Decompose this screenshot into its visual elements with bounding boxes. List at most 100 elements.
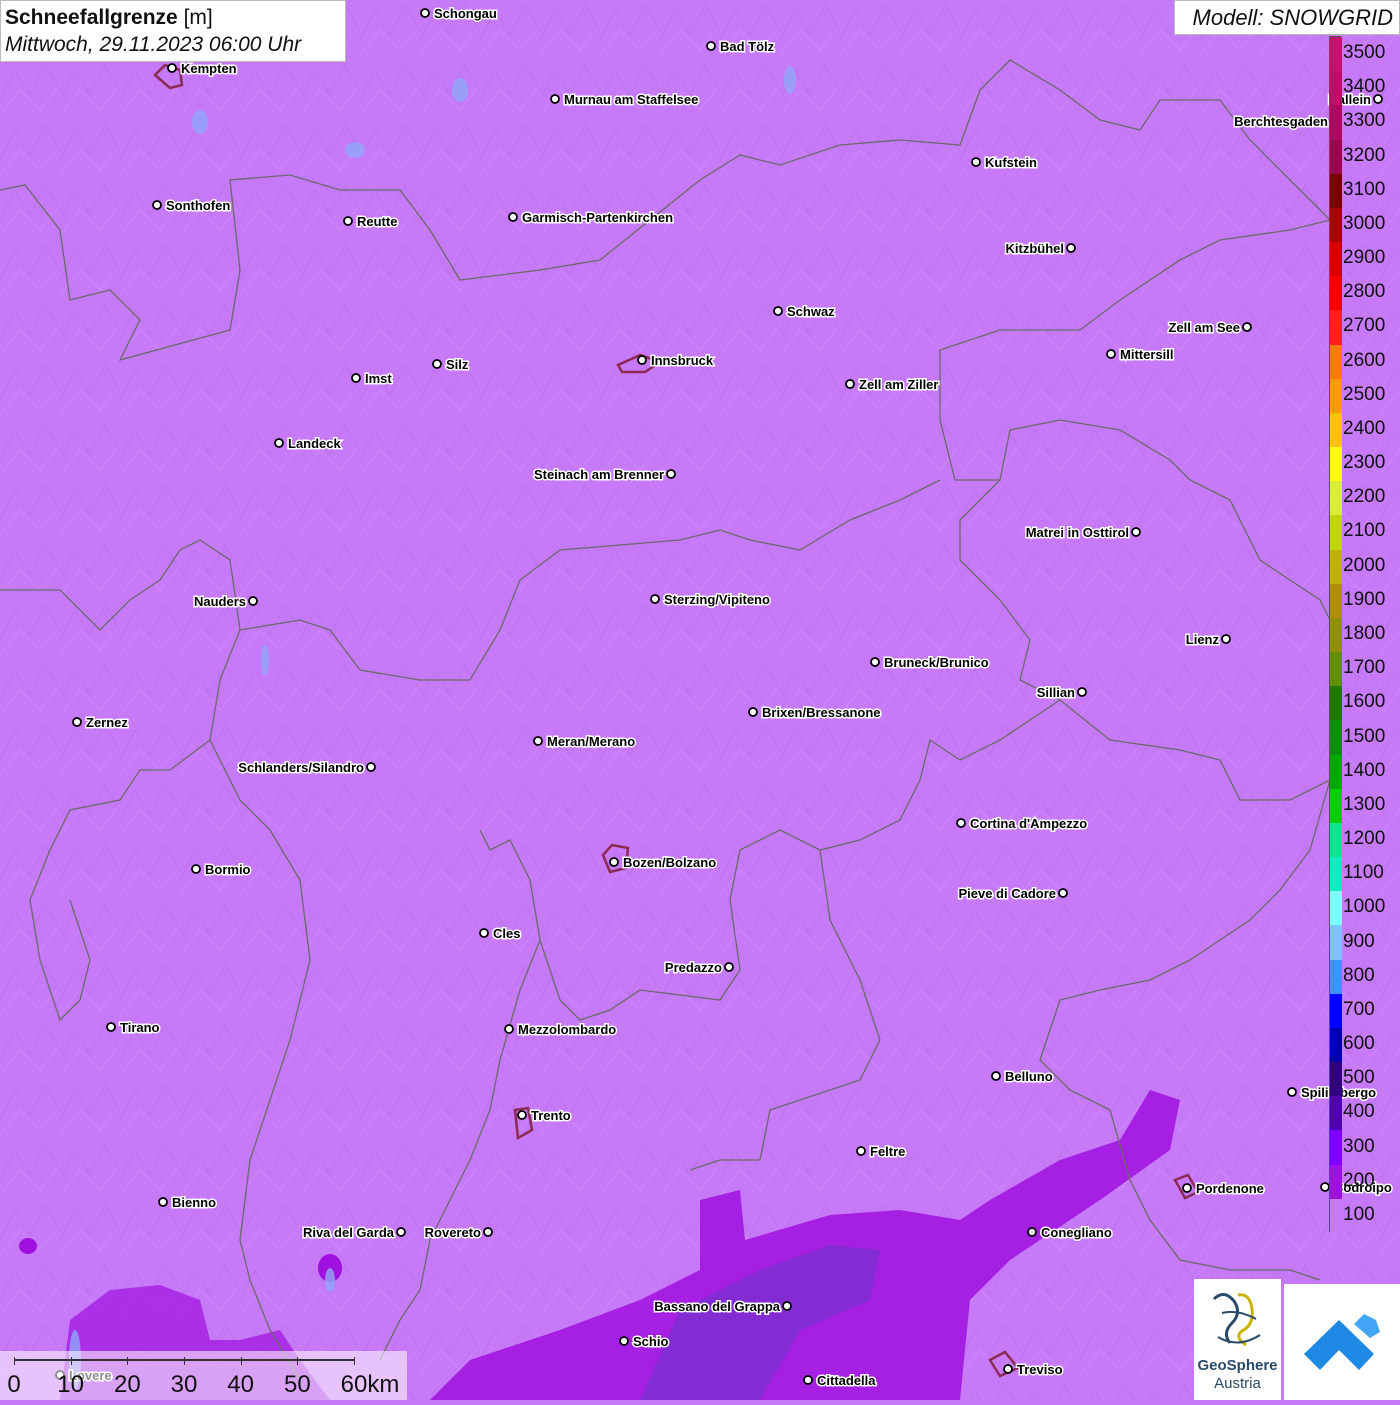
legend-swatch <box>1330 207 1342 243</box>
legend-label: 3300 <box>1343 110 1386 132</box>
city-label: Cittadella <box>817 1373 876 1388</box>
legend-label: 1300 <box>1343 793 1386 815</box>
city-dot-icon <box>508 212 518 222</box>
city-label: Sillian <box>1037 685 1075 700</box>
color-legend: 3500 3400 3300 3200 3100 3000 2900 2800 2700 2600… <box>1329 36 1400 1234</box>
scale-tick <box>127 1357 129 1365</box>
legend-label: 2700 <box>1343 315 1386 337</box>
legend-label: 2400 <box>1343 417 1386 439</box>
legend-label: 1800 <box>1343 623 1386 644</box>
geosphere-emblem-icon <box>1212 1293 1261 1347</box>
legend-swatch <box>1330 139 1342 175</box>
scale-bar: 0 10 20 30 40 50 60km <box>0 1351 407 1400</box>
city-marker: Meran/Merano <box>533 733 637 751</box>
city-dot-icon <box>748 707 758 717</box>
city-label: Sonthofen <box>166 198 230 213</box>
legend-label: 1400 <box>1343 759 1386 781</box>
city-marker: Steinach am Brenner <box>532 466 676 484</box>
scale-label: 10 <box>57 1371 85 1398</box>
city-dot-icon <box>971 157 981 167</box>
snowgrid-logo-icon <box>1304 1314 1380 1370</box>
scale-tick <box>240 1357 242 1365</box>
legend-label: 2600 <box>1343 349 1386 371</box>
city-label: Nauders <box>194 594 246 609</box>
city-label: Schlanders/Silandro <box>238 760 364 775</box>
city-dot-icon <box>1221 634 1231 644</box>
city-dot-icon <box>803 1375 813 1385</box>
city-dot-icon <box>517 1110 527 1120</box>
legend-label: 500 <box>1343 1067 1375 1089</box>
legend-swatch <box>1330 857 1342 892</box>
city-label: Cles <box>493 926 520 941</box>
legend-swatch <box>1330 549 1342 585</box>
city-marker: Murnau am Staffelsee <box>550 91 700 109</box>
city-marker: Sterzing/Vipiteno <box>650 591 771 609</box>
legend-swatch <box>1330 447 1342 482</box>
city-label: Bozen/Bolzano <box>623 855 716 870</box>
legend-swatch <box>1330 515 1342 551</box>
city-dot-icon <box>845 379 855 389</box>
city-label: Garmisch-Partenkirchen <box>522 210 673 225</box>
scale-label: 60km <box>340 1371 400 1398</box>
city-dot-icon <box>248 596 258 606</box>
legend-swatch <box>1330 344 1342 380</box>
city-label: Riva del Garda <box>303 1225 395 1240</box>
legend-swatch <box>1330 959 1342 995</box>
legend-label: 100 <box>1343 1203 1375 1225</box>
city-dot-icon <box>1242 322 1252 332</box>
city-dot-icon <box>167 63 177 73</box>
legend-label: 2500 <box>1343 383 1386 405</box>
legend-swatch <box>1330 1096 1342 1131</box>
city-label: Zell am Ziller <box>859 377 938 392</box>
city-dot-icon <box>343 216 353 226</box>
legend-swatch <box>1330 173 1342 209</box>
city-marker: Cortina d'Ampezzo <box>956 815 1089 833</box>
legend-swatch <box>1330 1130 1342 1166</box>
legend-label: 1700 <box>1343 657 1386 679</box>
city-dot-icon <box>1131 527 1141 537</box>
city-label: Matrei in Osttirol <box>1026 525 1129 540</box>
city-dot-icon <box>274 438 284 448</box>
city-marker: Conegliano <box>1027 1224 1113 1242</box>
city-label: Bruneck/Brunico <box>884 655 989 670</box>
city-dot-icon <box>1320 1182 1330 1192</box>
city-marker: Mezzolombardo <box>504 1021 618 1039</box>
city-label: Kempten <box>181 61 237 76</box>
scale-label: 20 <box>113 1371 141 1398</box>
legend-swatch <box>1330 71 1342 106</box>
snowgrid-logo <box>1284 1284 1400 1400</box>
city-dot-icon <box>1077 687 1087 697</box>
city-marker: Matrei in Osttirol <box>1024 524 1141 542</box>
city-label: Bassano del Grappa <box>654 1299 780 1314</box>
legend-label: 2200 <box>1343 486 1386 508</box>
city-marker: Bozen/Bolzano <box>609 854 718 872</box>
city-dot-icon <box>1066 243 1076 253</box>
city-label: Pieve di Cadore <box>958 886 1056 901</box>
city-dot-icon <box>782 1301 792 1311</box>
city-dot-icon <box>420 8 430 18</box>
city-label: Feltre <box>870 1144 905 1159</box>
city-dot-icon <box>637 355 647 365</box>
scale-label: 40 <box>227 1371 255 1398</box>
city-dot-icon <box>856 1146 866 1156</box>
city-dot-icon <box>870 657 880 667</box>
city-marker: Zell am See <box>1167 319 1252 337</box>
legend-swatch <box>1330 276 1342 311</box>
legend-swatch <box>1330 788 1342 824</box>
city-label: Silz <box>446 357 469 372</box>
city-label: Zernez <box>86 715 128 730</box>
city-label: Tirano <box>120 1020 160 1035</box>
legend-swatch <box>1330 925 1342 961</box>
city-dot-icon <box>619 1336 629 1346</box>
legend-label: 3100 <box>1343 178 1386 200</box>
city-label: Schwaz <box>787 304 835 319</box>
city-label: Murnau am Staffelsee <box>564 92 698 107</box>
city-dot-icon <box>351 373 361 383</box>
city-dot-icon <box>991 1071 1001 1081</box>
legend-label: 2300 <box>1343 452 1386 474</box>
city-dot-icon <box>533 736 543 746</box>
city-dot-icon <box>1003 1364 1013 1374</box>
scale-tick <box>354 1357 355 1365</box>
city-label: Predazzo <box>665 960 722 975</box>
scale-label: 50 <box>283 1371 311 1398</box>
